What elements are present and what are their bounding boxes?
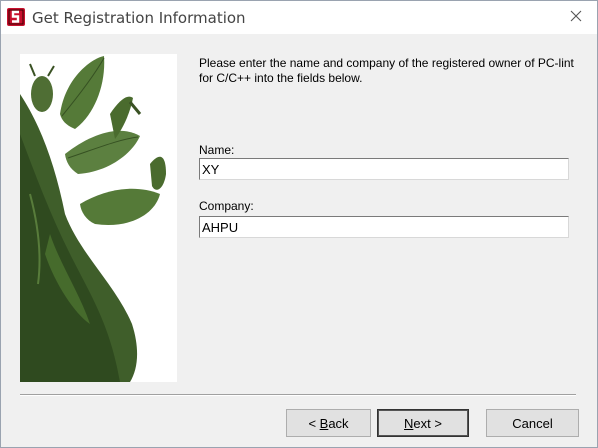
back-button[interactable]: < Back <box>286 409 371 437</box>
close-button[interactable] <box>559 1 593 34</box>
close-icon <box>570 9 582 27</box>
next-arrow: > <box>434 415 442 431</box>
title-bar[interactable]: Get Registration Information <box>1 1 597 34</box>
separator-line <box>20 394 576 396</box>
pc-lint-logo-icon <box>7 8 25 26</box>
next-label: ext <box>413 415 431 431</box>
registration-dialog: Get Registration Information Please ente… <box>0 0 598 448</box>
instructions-text: Please enter the name and company of the… <box>199 56 574 85</box>
company-label: Company: <box>199 199 254 213</box>
next-button[interactable]: Next > <box>377 409 469 437</box>
cancel-button[interactable]: Cancel <box>486 409 579 437</box>
back-label: ack <box>328 415 349 431</box>
company-input[interactable] <box>199 216 569 238</box>
name-input[interactable] <box>199 158 569 180</box>
back-arrow: < <box>308 415 317 431</box>
name-label: Name: <box>199 143 235 157</box>
leaf-insect-image <box>20 54 177 382</box>
next-mnemonic: N <box>404 415 414 431</box>
back-mnemonic: B <box>319 415 329 431</box>
window-title: Get Registration Information <box>32 9 246 27</box>
